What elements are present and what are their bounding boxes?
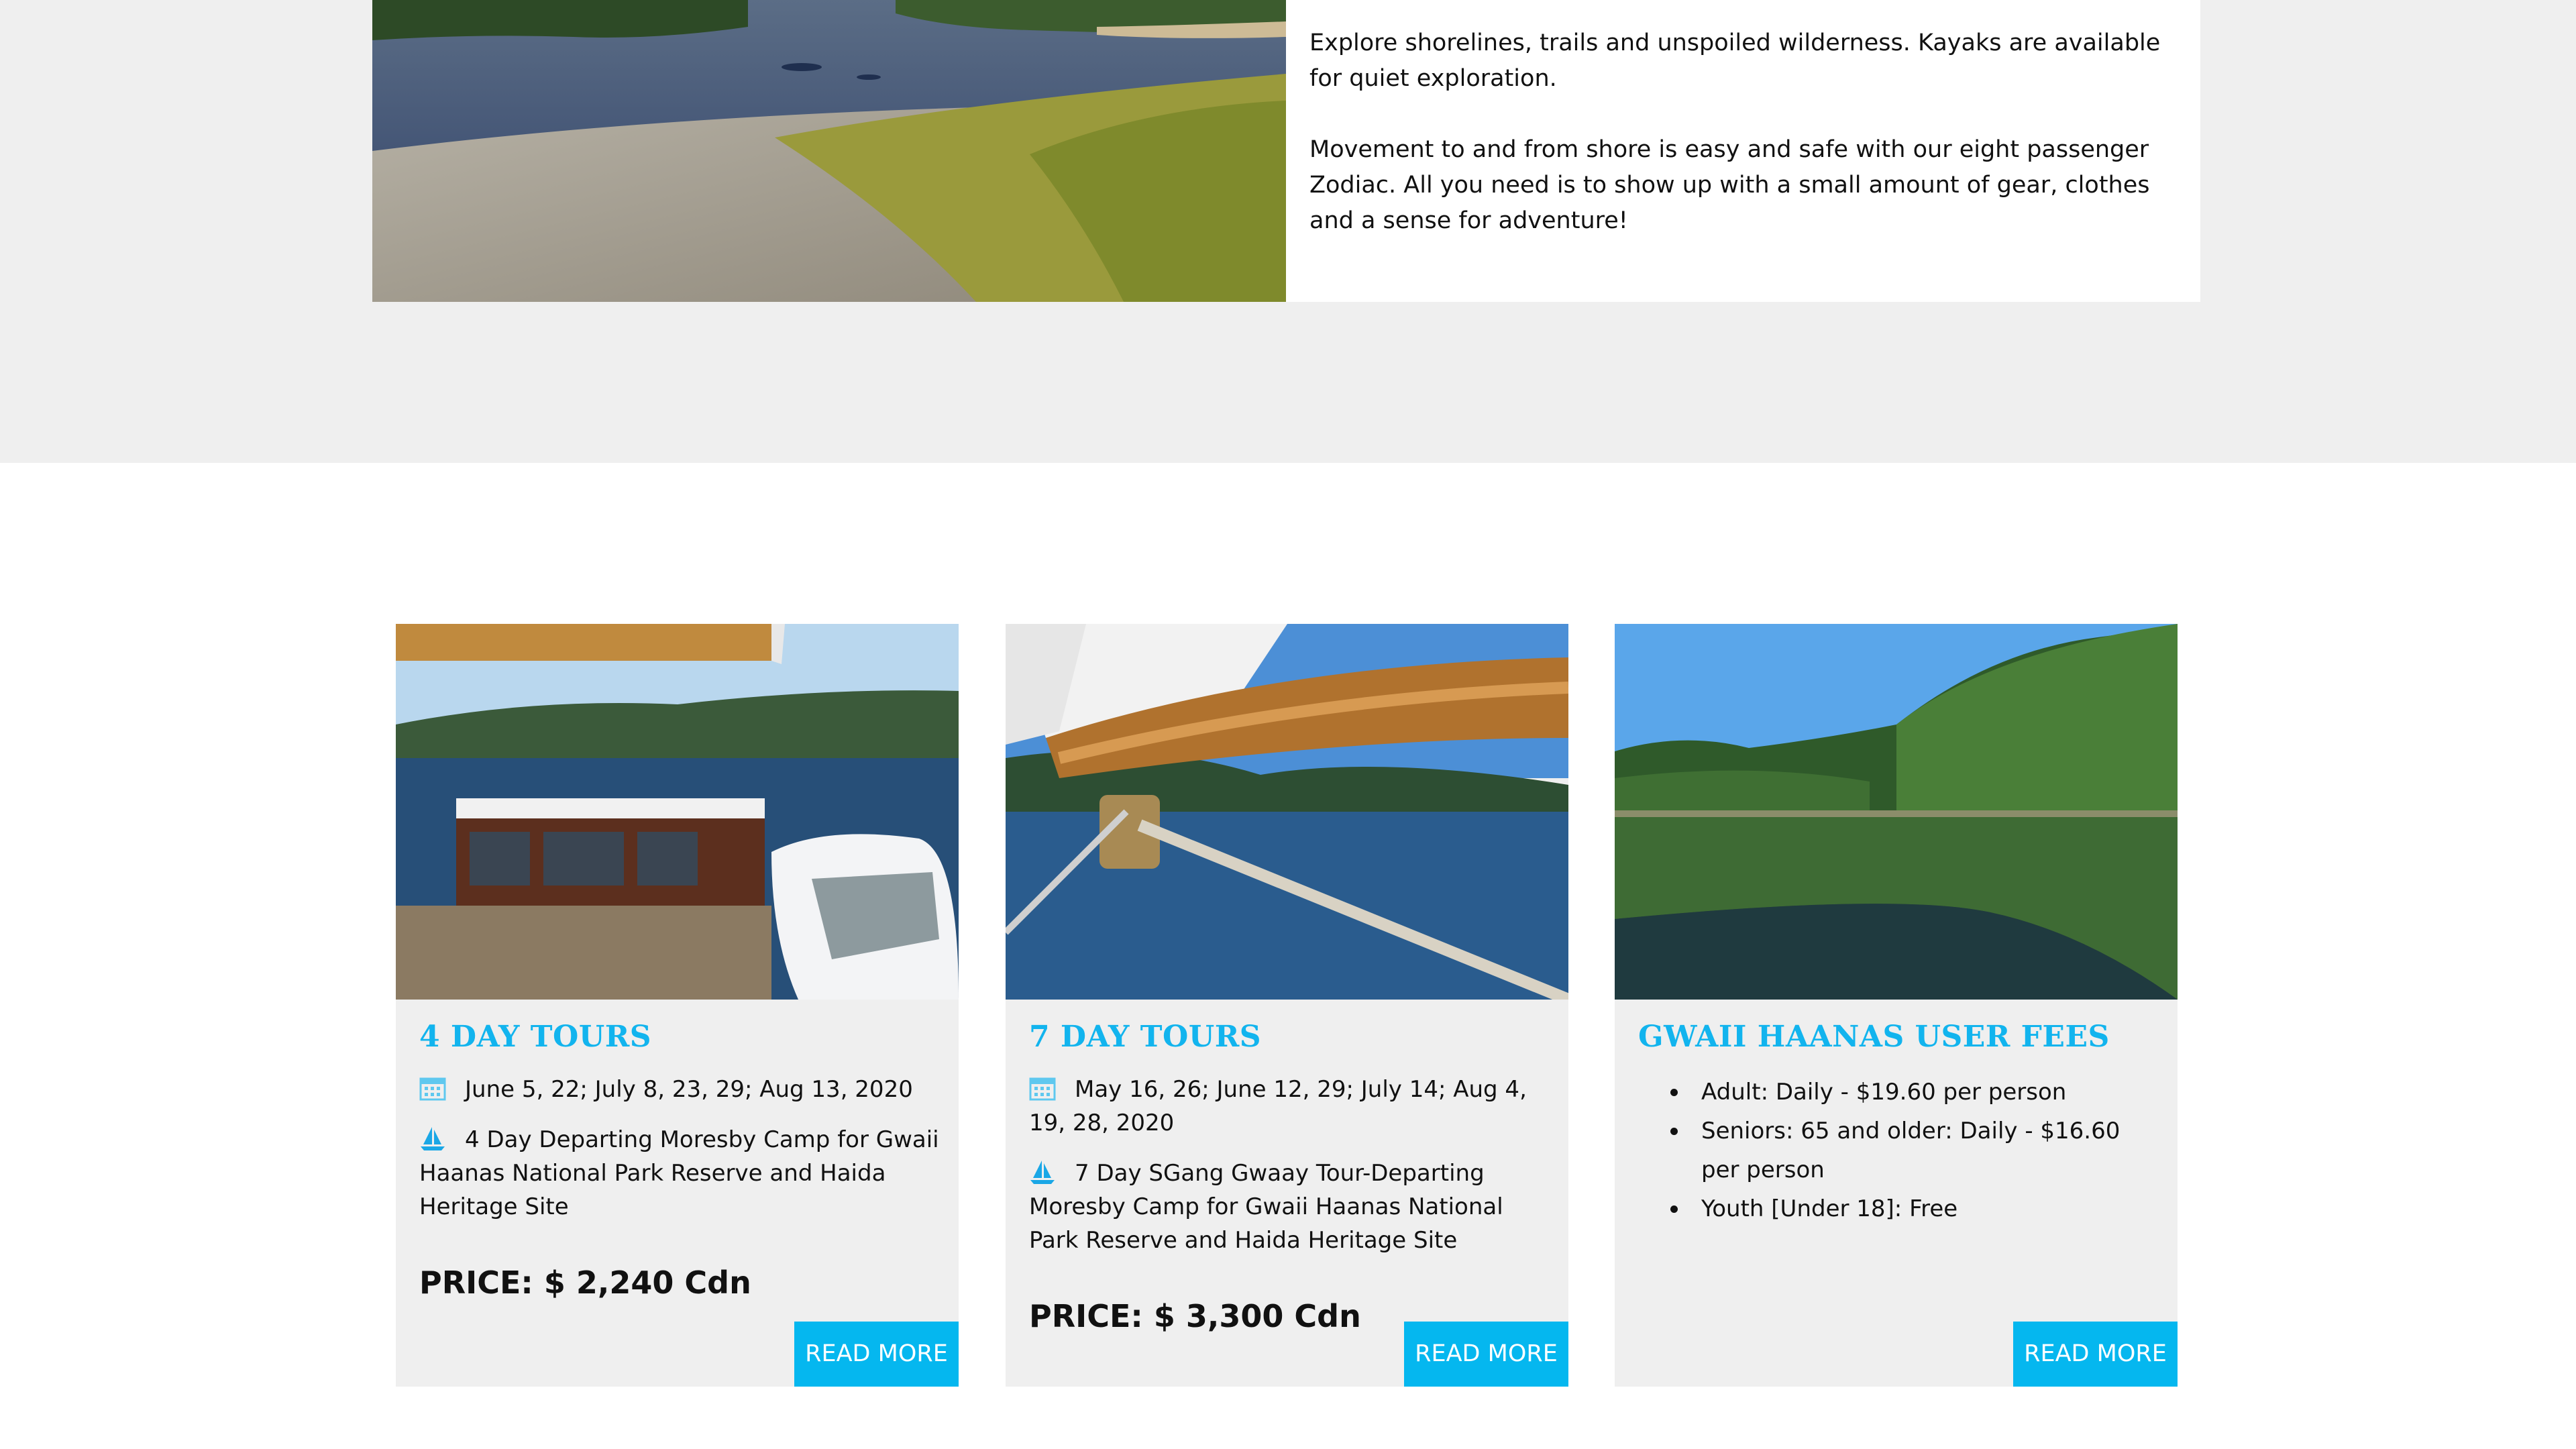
fee-item: Adult: Daily - $19.60 per person (1670, 1073, 2161, 1112)
fees-list: Adult: Daily - $19.60 per person Seniors… (1670, 1073, 2161, 1228)
forest-reflection-photo (1615, 624, 2178, 1000)
fee-item: Seniors: 65 and older: Daily - $16.60 pe… (1670, 1112, 2161, 1189)
tour-card-4-day: 4 DAY TOURS June 5, 22; July 8, 23, 29; … (396, 624, 959, 1387)
tour-description-text: 7 Day SGang Gwaay Tour-Departing Moresby… (1029, 1160, 1503, 1254)
tour-price: PRICE: $ 2,240 Cdn (419, 1265, 751, 1301)
calendar-icon (1029, 1075, 1056, 1101)
intro-text: Explore shorelines, trails and unspoiled… (1309, 25, 2182, 274)
card-body: 7 DAY TOURS May 16, 26; June 12, 29; Jul… (1029, 1020, 1552, 1274)
shoreline-photo (372, 0, 1286, 302)
read-more-button[interactable]: READ MORE (1404, 1322, 1568, 1387)
tour-description: 7 Day SGang Gwaay Tour-Departing Moresby… (1029, 1157, 1552, 1257)
user-fees-card: GWAII HAANAS USER FEES Adult: Daily - $1… (1615, 624, 2178, 1387)
card-title[interactable]: 7 DAY TOURS (1029, 1020, 1552, 1054)
tour-card-7-day: 7 DAY TOURS May 16, 26; June 12, 29; Jul… (1006, 624, 1568, 1387)
calendar-icon (419, 1075, 446, 1101)
fee-item: Youth [Under 18]: Free (1670, 1189, 2161, 1228)
card-title[interactable]: 4 DAY TOURS (419, 1020, 943, 1054)
card-title[interactable]: GWAII HAANAS USER FEES (1638, 1020, 2161, 1054)
read-more-button[interactable]: READ MORE (2013, 1322, 2178, 1387)
tour-description: 4 Day Departing Moresby Camp for Gwaii H… (419, 1123, 943, 1224)
intro-block: Explore shorelines, trails and unspoiled… (372, 0, 2200, 302)
sail-boom-photo (1006, 624, 1568, 1000)
sailboat-icon (1029, 1159, 1056, 1185)
intro-paragraph: Movement to and from shore is easy and s… (1309, 136, 2150, 234)
sailboat-icon (419, 1126, 446, 1151)
read-more-button[interactable]: READ MORE (794, 1322, 959, 1387)
tour-dates: May 16, 26; June 12, 29; July 14; Aug 4,… (1029, 1073, 1552, 1140)
intro-paragraph: Explore shorelines, trails and unspoiled… (1309, 30, 2161, 92)
tour-dates: June 5, 22; July 8, 23, 29; Aug 13, 2020 (419, 1073, 943, 1106)
sailboat-deck-photo (396, 624, 959, 1000)
tour-price: PRICE: $ 3,300 Cdn (1029, 1298, 1361, 1334)
tour-description-text: 4 Day Departing Moresby Camp for Gwaii H… (419, 1126, 939, 1220)
tour-dates-text: June 5, 22; July 8, 23, 29; Aug 13, 2020 (465, 1076, 913, 1103)
card-body: 4 DAY TOURS June 5, 22; July 8, 23, 29; … (419, 1020, 943, 1240)
card-body: GWAII HAANAS USER FEES Adult: Daily - $1… (1638, 1020, 2161, 1228)
tour-dates-text: May 16, 26; June 12, 29; July 14; Aug 4,… (1029, 1076, 1527, 1136)
